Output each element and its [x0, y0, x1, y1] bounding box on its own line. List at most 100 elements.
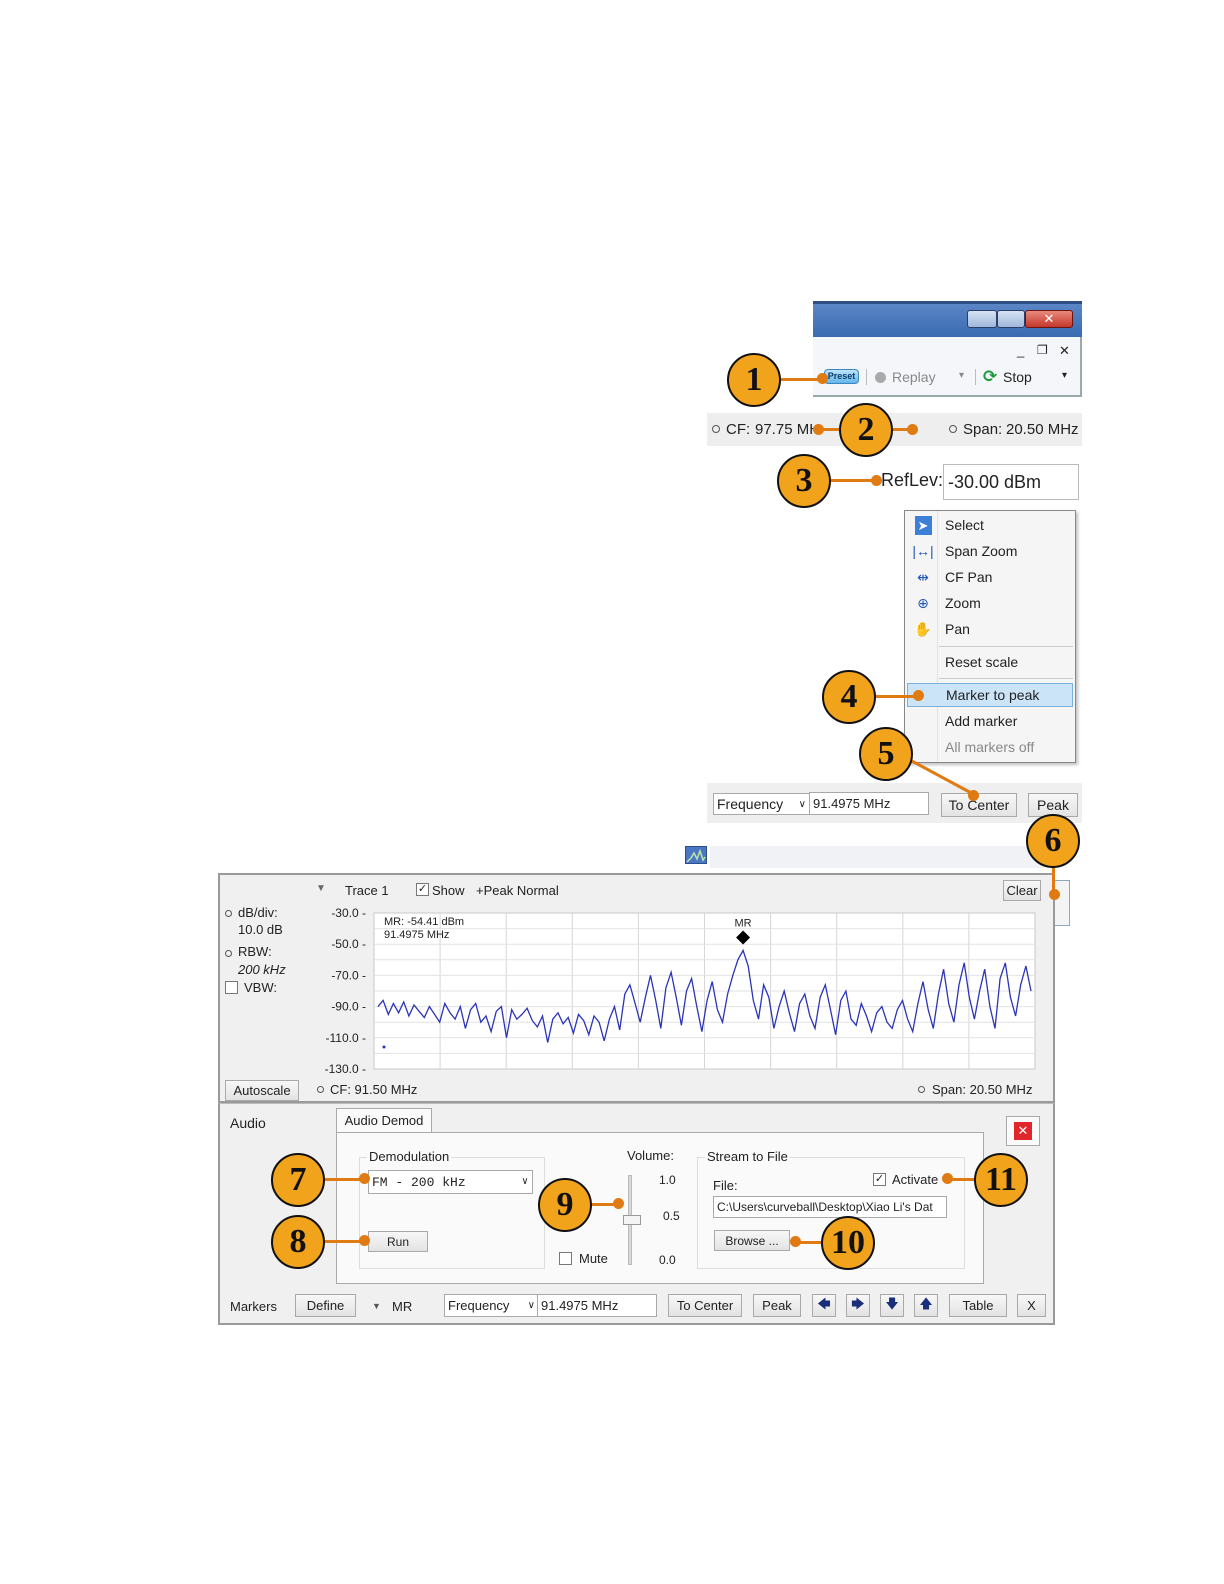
markers-close-button[interactable]: X — [1017, 1294, 1046, 1317]
marker-readout-freq: 91.4975 MHz — [384, 929, 449, 941]
rbw-label: RBW: — [238, 944, 272, 959]
callout-1: 1 — [727, 353, 781, 407]
vbw-checkbox[interactable] — [225, 981, 238, 994]
span-knob-icon[interactable] — [949, 425, 957, 433]
demod-select[interactable]: FM - 200 kHz ∨ — [368, 1170, 533, 1194]
callout-3-leader — [830, 479, 876, 482]
marker-up-button[interactable]: 🡅 — [914, 1294, 938, 1317]
span-bottom-knob-icon[interactable] — [918, 1086, 925, 1093]
run-button[interactable]: Run — [368, 1231, 428, 1252]
reflev-input[interactable]: -30.00 dBm — [943, 464, 1079, 500]
cf-value[interactable]: 97.75 MH — [755, 421, 820, 438]
marker-type-value: Frequency — [717, 796, 784, 812]
markers-type-select[interactable]: Frequency ∨ — [444, 1294, 540, 1317]
y-tick-label: -50.0 - — [331, 937, 366, 951]
marker-type-select[interactable]: Frequency ∨ — [713, 793, 811, 815]
callout-8: 8 — [271, 1215, 325, 1269]
vol-tick-mid: 0.5 — [663, 1209, 680, 1223]
trace-start-dot — [382, 1045, 386, 1049]
menu-item-marker-to-peak[interactable]: Marker to peak — [907, 683, 1073, 707]
autoscale-button[interactable]: Autoscale — [225, 1080, 299, 1101]
marker-next-button[interactable]: 🡆 — [846, 1294, 870, 1317]
trace-label[interactable]: Trace 1 — [345, 883, 389, 898]
spectrum-view-icon[interactable] — [685, 846, 707, 864]
window-min-button[interactable] — [967, 310, 997, 328]
marker-name[interactable]: MR — [392, 1299, 412, 1314]
mdi-restore-icon[interactable]: ❐ — [1037, 343, 1048, 357]
menu-item-pan[interactable]: ✋ Pan — [905, 617, 1075, 641]
callout-2: 2 — [839, 403, 893, 457]
define-button[interactable]: Define — [295, 1294, 356, 1317]
preset-button[interactable]: Preset — [824, 369, 859, 384]
marker-prev-button[interactable]: 🡄 — [812, 1294, 836, 1317]
mdi-minimize-icon[interactable]: _ — [1017, 343, 1024, 358]
marker-down-button[interactable]: 🡇 — [880, 1294, 904, 1317]
callout-2-dot-right — [907, 424, 918, 435]
menu-label: Reset scale — [945, 654, 1019, 670]
markers-freq-input[interactable]: 91.4975 MHz — [537, 1294, 657, 1317]
zoom-icon: ⊕ — [917, 594, 929, 611]
markers-to-center-button[interactable]: To Center — [668, 1294, 742, 1317]
callout-4: 4 — [822, 670, 876, 724]
menu-separator — [939, 646, 1073, 647]
callout-8-dot — [359, 1235, 370, 1246]
browse-button[interactable]: Browse ... — [714, 1230, 790, 1251]
cursor-arrow-icon: ➤ — [909, 515, 937, 535]
cf-bottom-text[interactable]: CF: 91.50 MHz — [330, 1082, 417, 1097]
menu-item-zoom[interactable]: ⊕ Zoom — [905, 591, 1075, 615]
audio-panel-label: Audio — [230, 1115, 266, 1131]
replay-button[interactable]: Replay — [892, 369, 936, 385]
trace-collapse-icon[interactable]: ▼ — [316, 883, 326, 894]
volume-label: Volume: — [627, 1148, 674, 1163]
markers-type-value: Frequency — [448, 1298, 510, 1313]
menu-item-span-zoom[interactable]: |↔| Span Zoom — [905, 539, 1075, 563]
show-checkbox[interactable]: ✓ — [416, 883, 429, 896]
stop-button[interactable]: Stop — [1003, 369, 1032, 385]
marker-readout-level: MR: -54.41 dBm — [384, 916, 464, 928]
table-button[interactable]: Table — [949, 1294, 1007, 1317]
mute-checkbox[interactable] — [559, 1252, 572, 1265]
spectrum-plot[interactable]: -30.0 - -50.0 - -70.0 - -90.0 - -110.0 - -130… — [312, 905, 1042, 1075]
dbdiv-knob-icon[interactable] — [225, 910, 232, 917]
tab-audio-demod[interactable]: Audio Demod — [336, 1108, 432, 1132]
span-bottom-text[interactable]: Span: 20.50 MHz — [932, 1082, 1032, 1097]
callout-6-dot — [1049, 889, 1060, 900]
close-panel-button[interactable]: ✕ — [1006, 1116, 1040, 1146]
rbw-knob-icon[interactable] — [225, 950, 232, 957]
chevron-down-icon: ∨ — [521, 1177, 528, 1188]
mdi-close-icon[interactable]: ✕ — [1059, 343, 1070, 359]
cf-knob-icon[interactable] — [712, 425, 720, 433]
markers-peak-button[interactable]: Peak — [753, 1294, 801, 1317]
window-max-button[interactable] — [997, 310, 1025, 328]
y-tick-label: -30.0 - — [331, 906, 366, 920]
spectrum-mini-icon — [686, 848, 706, 863]
callout-7: 7 — [271, 1153, 325, 1207]
menu-item-cf-pan[interactable]: ⇹ CF Pan — [905, 565, 1075, 589]
menu-item-add-marker[interactable]: Add marker — [905, 709, 1075, 733]
menu-label: Zoom — [945, 595, 981, 611]
volume-slider[interactable] — [623, 1215, 641, 1225]
replay-dropdown-icon[interactable]: ▾ — [959, 370, 964, 381]
marker-select-chevron-icon[interactable]: ▼ — [372, 1301, 381, 1311]
window-close-button[interactable]: ✕ — [1025, 310, 1073, 328]
context-menu: ➤ Select |↔| Span Zoom ⇹ CF Pan ⊕ Zoom ✋… — [904, 510, 1076, 763]
callout-3-dot — [871, 475, 882, 486]
clear-button[interactable]: Clear — [1003, 880, 1041, 901]
stop-dropdown-icon[interactable]: ▾ — [1062, 370, 1067, 381]
rbw-value[interactable]: 200 kHz — [238, 962, 286, 977]
detector-label[interactable]: +Peak Normal — [476, 883, 559, 898]
menu-item-select[interactable]: ➤ Select — [905, 513, 1075, 537]
cf-bottom-knob-icon[interactable] — [317, 1086, 324, 1093]
y-tick-label: -110.0 - — [326, 1031, 366, 1045]
dbdiv-value[interactable]: 10.0 dB — [238, 922, 283, 937]
activate-checkbox[interactable]: ✓ — [873, 1173, 886, 1186]
arrow-right-icon: 🡆 — [851, 1295, 865, 1311]
stream-group-label: Stream to File — [705, 1149, 790, 1164]
file-path-input[interactable]: C:\Users\curveball\Desktop\Xiao Li's Dat — [713, 1196, 947, 1218]
hand-pan-icon: ✋ — [914, 620, 932, 637]
menu-item-reset-scale[interactable]: Reset scale — [905, 650, 1075, 674]
toolbar-separator — [975, 369, 976, 385]
toolbar-area: _ ❐ ✕ Preset Replay ▾ ⟳ Stop ▾ — [813, 337, 1082, 397]
span-value[interactable]: 20.50 MHz — [1006, 421, 1079, 438]
tab-content: Demodulation FM - 200 kHz ∨ Run Volume: … — [336, 1132, 984, 1284]
